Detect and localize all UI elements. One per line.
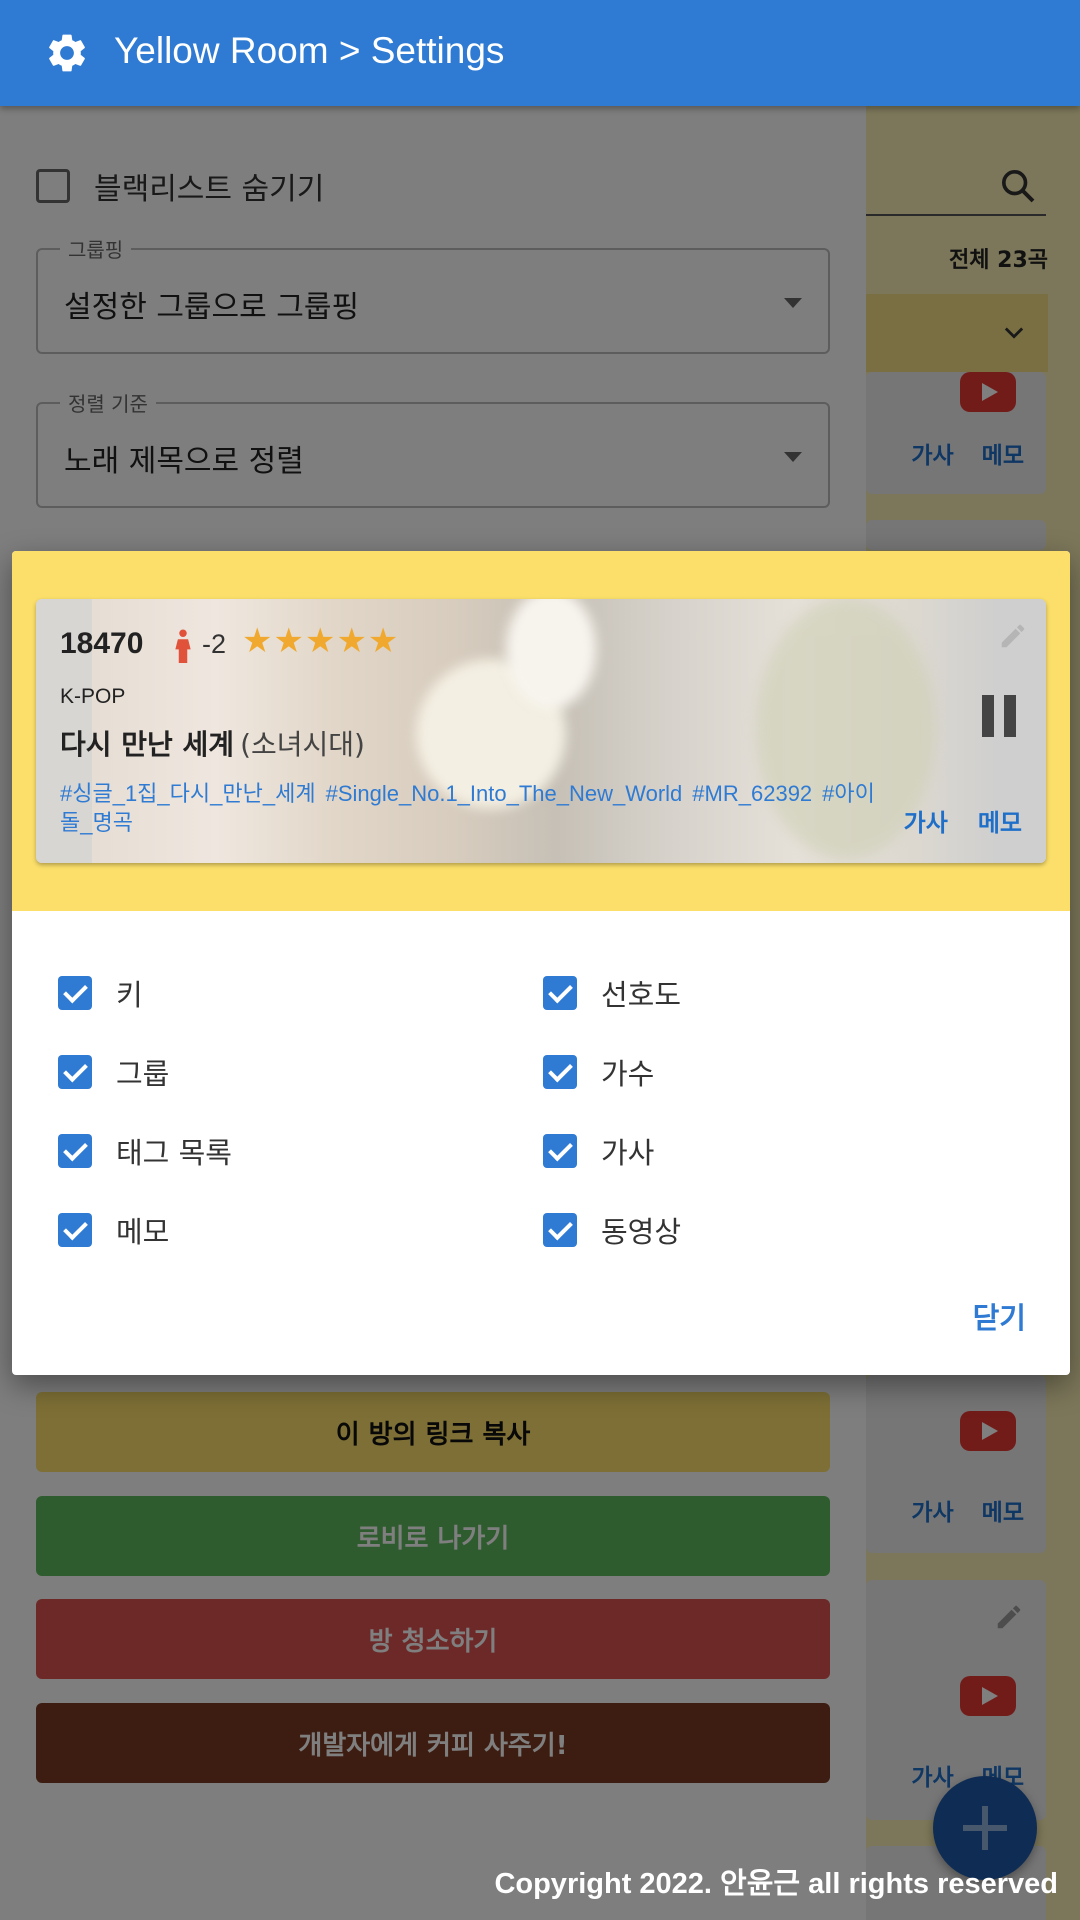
display-options-dialog: 18470 -2 ★★★★★ K-POP 다시 만난 세계 (소녀시대) #싱글_… bbox=[12, 551, 1070, 1375]
option-key[interactable]: 키 bbox=[58, 972, 143, 1014]
checkbox-checked-icon[interactable] bbox=[58, 1055, 92, 1089]
checkbox-checked-icon[interactable] bbox=[543, 976, 577, 1010]
option-label: 가사 bbox=[601, 1136, 655, 1170]
app-bar: Yellow Room > Settings bbox=[0, 0, 1080, 106]
close-button[interactable]: 닫기 bbox=[973, 1295, 1026, 1337]
tag-list: #싱글_1집_다시_만난_세계 #Single_No.1_Into_The_New… bbox=[60, 779, 890, 837]
preview-area: 18470 -2 ★★★★★ K-POP 다시 만난 세계 (소녀시대) #싱글_… bbox=[12, 551, 1070, 911]
tag-link[interactable]: #MR_62392 bbox=[692, 781, 812, 806]
option-memo[interactable]: 메모 bbox=[58, 1209, 169, 1251]
song-title: 다시 만난 세계 bbox=[60, 728, 235, 761]
option-preference[interactable]: 선호도 bbox=[543, 972, 681, 1014]
tag-link[interactable]: #싱글_1집_다시_만난_세계 bbox=[60, 781, 316, 806]
option-label: 그룹 bbox=[116, 1057, 170, 1091]
memo-button[interactable]: 메모 bbox=[978, 809, 1022, 837]
option-label: 키 bbox=[116, 978, 143, 1012]
song-preview-card[interactable]: 18470 -2 ★★★★★ K-POP 다시 만난 세계 (소녀시대) #싱글_… bbox=[36, 599, 1046, 863]
pause-icon[interactable] bbox=[980, 695, 1018, 737]
song-key: -2 bbox=[202, 629, 227, 659]
option-video[interactable]: 동영상 bbox=[543, 1209, 681, 1251]
page-title: Yellow Room > Settings bbox=[114, 30, 505, 71]
checkbox-checked-icon[interactable] bbox=[58, 976, 92, 1010]
song-number: 18470 bbox=[60, 627, 144, 660]
copyright-text: Copyright 2022. 안윤근 all rights reserved bbox=[494, 1868, 1058, 1900]
checkbox-checked-icon[interactable] bbox=[58, 1134, 92, 1168]
song-title-line: 다시 만난 세계 (소녀시대) bbox=[60, 723, 365, 763]
option-label: 가수 bbox=[601, 1057, 655, 1091]
option-label: 태그 목록 bbox=[116, 1136, 232, 1170]
option-label: 선호도 bbox=[601, 978, 682, 1012]
checkbox-checked-icon[interactable] bbox=[543, 1055, 577, 1089]
checkbox-checked-icon[interactable] bbox=[58, 1213, 92, 1247]
option-lyrics[interactable]: 가사 bbox=[543, 1130, 654, 1172]
checkbox-checked-icon[interactable] bbox=[543, 1213, 577, 1247]
option-tag-list[interactable]: 태그 목록 bbox=[58, 1130, 232, 1172]
gear-icon bbox=[49, 34, 85, 72]
pencil-icon[interactable] bbox=[998, 621, 1028, 651]
preview-actions: 가사 메모 bbox=[874, 803, 1022, 838]
song-artist: (소녀시대) bbox=[240, 728, 365, 761]
option-singer[interactable]: 가수 bbox=[543, 1051, 654, 1093]
female-person-icon bbox=[175, 629, 191, 663]
option-group[interactable]: 그룹 bbox=[58, 1051, 169, 1093]
lyrics-button[interactable]: 가사 bbox=[904, 809, 948, 837]
tag-link[interactable]: #Single_No.1_Into_The_New_World bbox=[326, 781, 683, 806]
rating-stars: ★★★★★ bbox=[242, 621, 400, 661]
checkbox-checked-icon[interactable] bbox=[543, 1134, 577, 1168]
option-label: 동영상 bbox=[601, 1215, 682, 1249]
song-group: K-POP bbox=[60, 685, 126, 708]
option-label: 메모 bbox=[116, 1215, 170, 1249]
